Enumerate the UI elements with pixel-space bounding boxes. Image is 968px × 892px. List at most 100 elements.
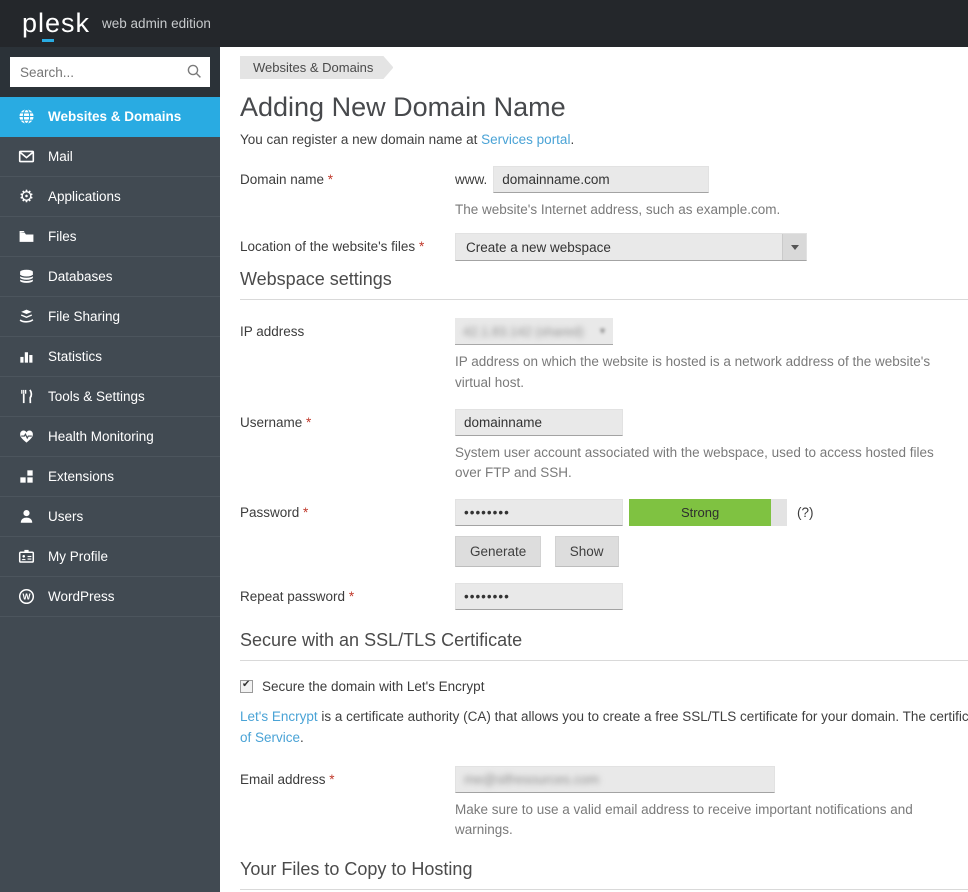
gear-icon: ⚙ bbox=[18, 187, 35, 206]
breadcrumb[interactable]: Websites & Domains bbox=[240, 56, 393, 79]
password-strength-meter: Strong bbox=[629, 499, 787, 527]
ip-address-select[interactable]: 42.1.83.142 (shared) ▾ bbox=[455, 318, 613, 346]
edition-label: web admin edition bbox=[102, 16, 211, 31]
lets-encrypt-checkbox-row: Secure the domain with Let's Encrypt bbox=[240, 679, 968, 694]
extensions-icon bbox=[17, 468, 36, 485]
required-asterisk: * bbox=[327, 172, 334, 187]
required-asterisk: * bbox=[348, 589, 355, 605]
sidebar-item-wordpress[interactable]: W WordPress bbox=[0, 577, 220, 617]
search-input[interactable] bbox=[10, 57, 210, 87]
repeat-password-input[interactable]: •••••••• bbox=[455, 583, 623, 611]
select-caret-box[interactable] bbox=[782, 234, 806, 261]
section-webspace-settings: Webspace settings bbox=[240, 269, 968, 301]
domain-name-row: Domain name * www. The website's Interne… bbox=[240, 166, 968, 220]
password-help-icon[interactable]: (?) bbox=[797, 505, 814, 520]
sidebar-item-label: Databases bbox=[48, 269, 113, 284]
ip-address-row: IP address 42.1.83.142 (shared) ▾ IP add… bbox=[240, 318, 968, 393]
required-asterisk: * bbox=[418, 239, 425, 255]
sidebar-item-tools-settings[interactable]: Tools & Settings bbox=[0, 377, 220, 417]
globe-icon bbox=[17, 108, 36, 125]
lets-encrypt-description: Let's Encrypt is a certificate authority… bbox=[240, 707, 968, 749]
sidebar-item-label: Files bbox=[48, 229, 77, 244]
mail-icon bbox=[17, 148, 36, 165]
password-control: •••••••• Strong (?) Generate Show bbox=[455, 499, 814, 568]
password-row: Password * •••••••• Strong (?) Generate … bbox=[240, 499, 968, 568]
intro-text: You can register a new domain name at Se… bbox=[240, 132, 968, 147]
repeat-password-label: Repeat password * bbox=[240, 583, 455, 604]
sidebar-item-health-monitoring[interactable]: Health Monitoring bbox=[0, 417, 220, 457]
generate-button[interactable]: Generate bbox=[455, 536, 542, 568]
required-asterisk: * bbox=[306, 414, 312, 430]
chevron-down-icon bbox=[790, 244, 799, 250]
folder-icon bbox=[17, 228, 36, 245]
chevron-down-icon: ▾ bbox=[599, 325, 605, 337]
location-select[interactable]: Create a new webspace bbox=[455, 233, 807, 262]
intro-text-part: You can register a new domain name at bbox=[240, 132, 482, 147]
username-label-text: Username bbox=[240, 414, 307, 430]
password-input[interactable]: •••••••• bbox=[455, 499, 623, 527]
sidebar-item-label: Applications bbox=[48, 189, 121, 204]
required-asterisk: * bbox=[329, 772, 335, 788]
show-button[interactable]: Show bbox=[554, 536, 619, 568]
required-asterisk: * bbox=[303, 505, 309, 521]
svg-text:W: W bbox=[22, 592, 31, 602]
user-icon bbox=[17, 508, 36, 525]
sidebar-item-label: File Sharing bbox=[48, 309, 121, 324]
lets-encrypt-description-line2: of Service. bbox=[240, 728, 968, 749]
location-select-value: Create a new webspace bbox=[466, 239, 611, 255]
username-row: Username * System user account associate… bbox=[240, 408, 968, 484]
intro-suffix: . bbox=[570, 132, 575, 147]
tools-icon bbox=[17, 388, 36, 405]
database-icon bbox=[17, 268, 36, 285]
lets-encrypt-checkbox[interactable] bbox=[240, 679, 253, 694]
sidebar-item-label: Extensions bbox=[48, 469, 115, 484]
sidebar-item-websites-domains[interactable]: Websites & Domains bbox=[0, 97, 220, 137]
sidebar-item-applications[interactable]: ⚙ Applications bbox=[0, 177, 220, 217]
sidebar-item-extensions[interactable]: Extensions bbox=[0, 457, 220, 497]
sidebar-item-label: Tools & Settings bbox=[48, 389, 145, 404]
sidebar-menu: Websites & Domains Mail ⚙ Applications F… bbox=[0, 97, 220, 617]
plesk-logo: plesk bbox=[22, 10, 90, 42]
sidebar-item-label: WordPress bbox=[48, 589, 115, 604]
email-value-blurred: me@stfresources.com bbox=[464, 772, 600, 788]
services-portal-link[interactable]: Services portal bbox=[481, 132, 570, 147]
ip-address-control: 42.1.83.142 (shared) ▾ IP address on whi… bbox=[455, 318, 942, 393]
lets-encrypt-link[interactable]: Let's Encrypt bbox=[240, 709, 318, 724]
sidebar-item-statistics[interactable]: Statistics bbox=[0, 337, 220, 377]
email-label-text: Email address bbox=[240, 772, 330, 788]
location-label: Location of the website's files * bbox=[240, 233, 455, 254]
sidebar-item-databases[interactable]: Databases bbox=[0, 257, 220, 297]
repeat-password-label-text: Repeat password bbox=[240, 589, 349, 605]
terms-of-service-link[interactable]: of Service bbox=[240, 730, 300, 745]
lets-encrypt-description-line1: Let's Encrypt is a certificate authority… bbox=[240, 707, 968, 728]
sidebar-item-file-sharing[interactable]: File Sharing bbox=[0, 297, 220, 337]
search-icon[interactable] bbox=[187, 64, 202, 84]
sidebar-item-label: Users bbox=[48, 509, 84, 524]
sidebar-item-my-profile[interactable]: My Profile bbox=[0, 537, 220, 577]
sidebar-item-users[interactable]: Users bbox=[0, 497, 220, 537]
sidebar-item-files[interactable]: Files bbox=[0, 217, 220, 257]
wordpress-icon: W bbox=[17, 588, 36, 605]
strength-meter-label: Strong bbox=[680, 505, 720, 521]
lets-encrypt-checkbox-label: Secure the domain with Let's Encrypt bbox=[262, 679, 485, 695]
www-prefix: www. bbox=[455, 172, 488, 187]
sidebar-item-label: Websites & Domains bbox=[48, 109, 182, 124]
username-input[interactable] bbox=[455, 408, 623, 436]
username-help: System user account associated with the … bbox=[455, 444, 934, 480]
sidebar: Websites & Domains Mail ⚙ Applications F… bbox=[0, 47, 220, 892]
domain-name-input[interactable] bbox=[493, 166, 710, 193]
sidebar-item-label: My Profile bbox=[48, 549, 109, 564]
heart-pulse-icon bbox=[17, 428, 36, 445]
top-header: plesk web admin edition bbox=[0, 0, 968, 47]
plesk-logo-accent bbox=[42, 39, 54, 42]
sidebar-item-mail[interactable]: Mail bbox=[0, 137, 220, 177]
email-input[interactable]: me@stfresources.com bbox=[455, 766, 775, 794]
sentence-period: . bbox=[300, 730, 304, 746]
domain-name-control: www. The website's Internet address, suc… bbox=[455, 166, 780, 220]
location-label-text: Location of the website's files bbox=[240, 239, 419, 255]
location-row: Location of the website's files * Create… bbox=[240, 233, 968, 262]
password-label-text: Password bbox=[240, 505, 304, 521]
id-card-icon bbox=[17, 548, 36, 565]
domain-name-label: Domain name * bbox=[240, 166, 455, 187]
bar-chart-icon bbox=[17, 348, 36, 365]
